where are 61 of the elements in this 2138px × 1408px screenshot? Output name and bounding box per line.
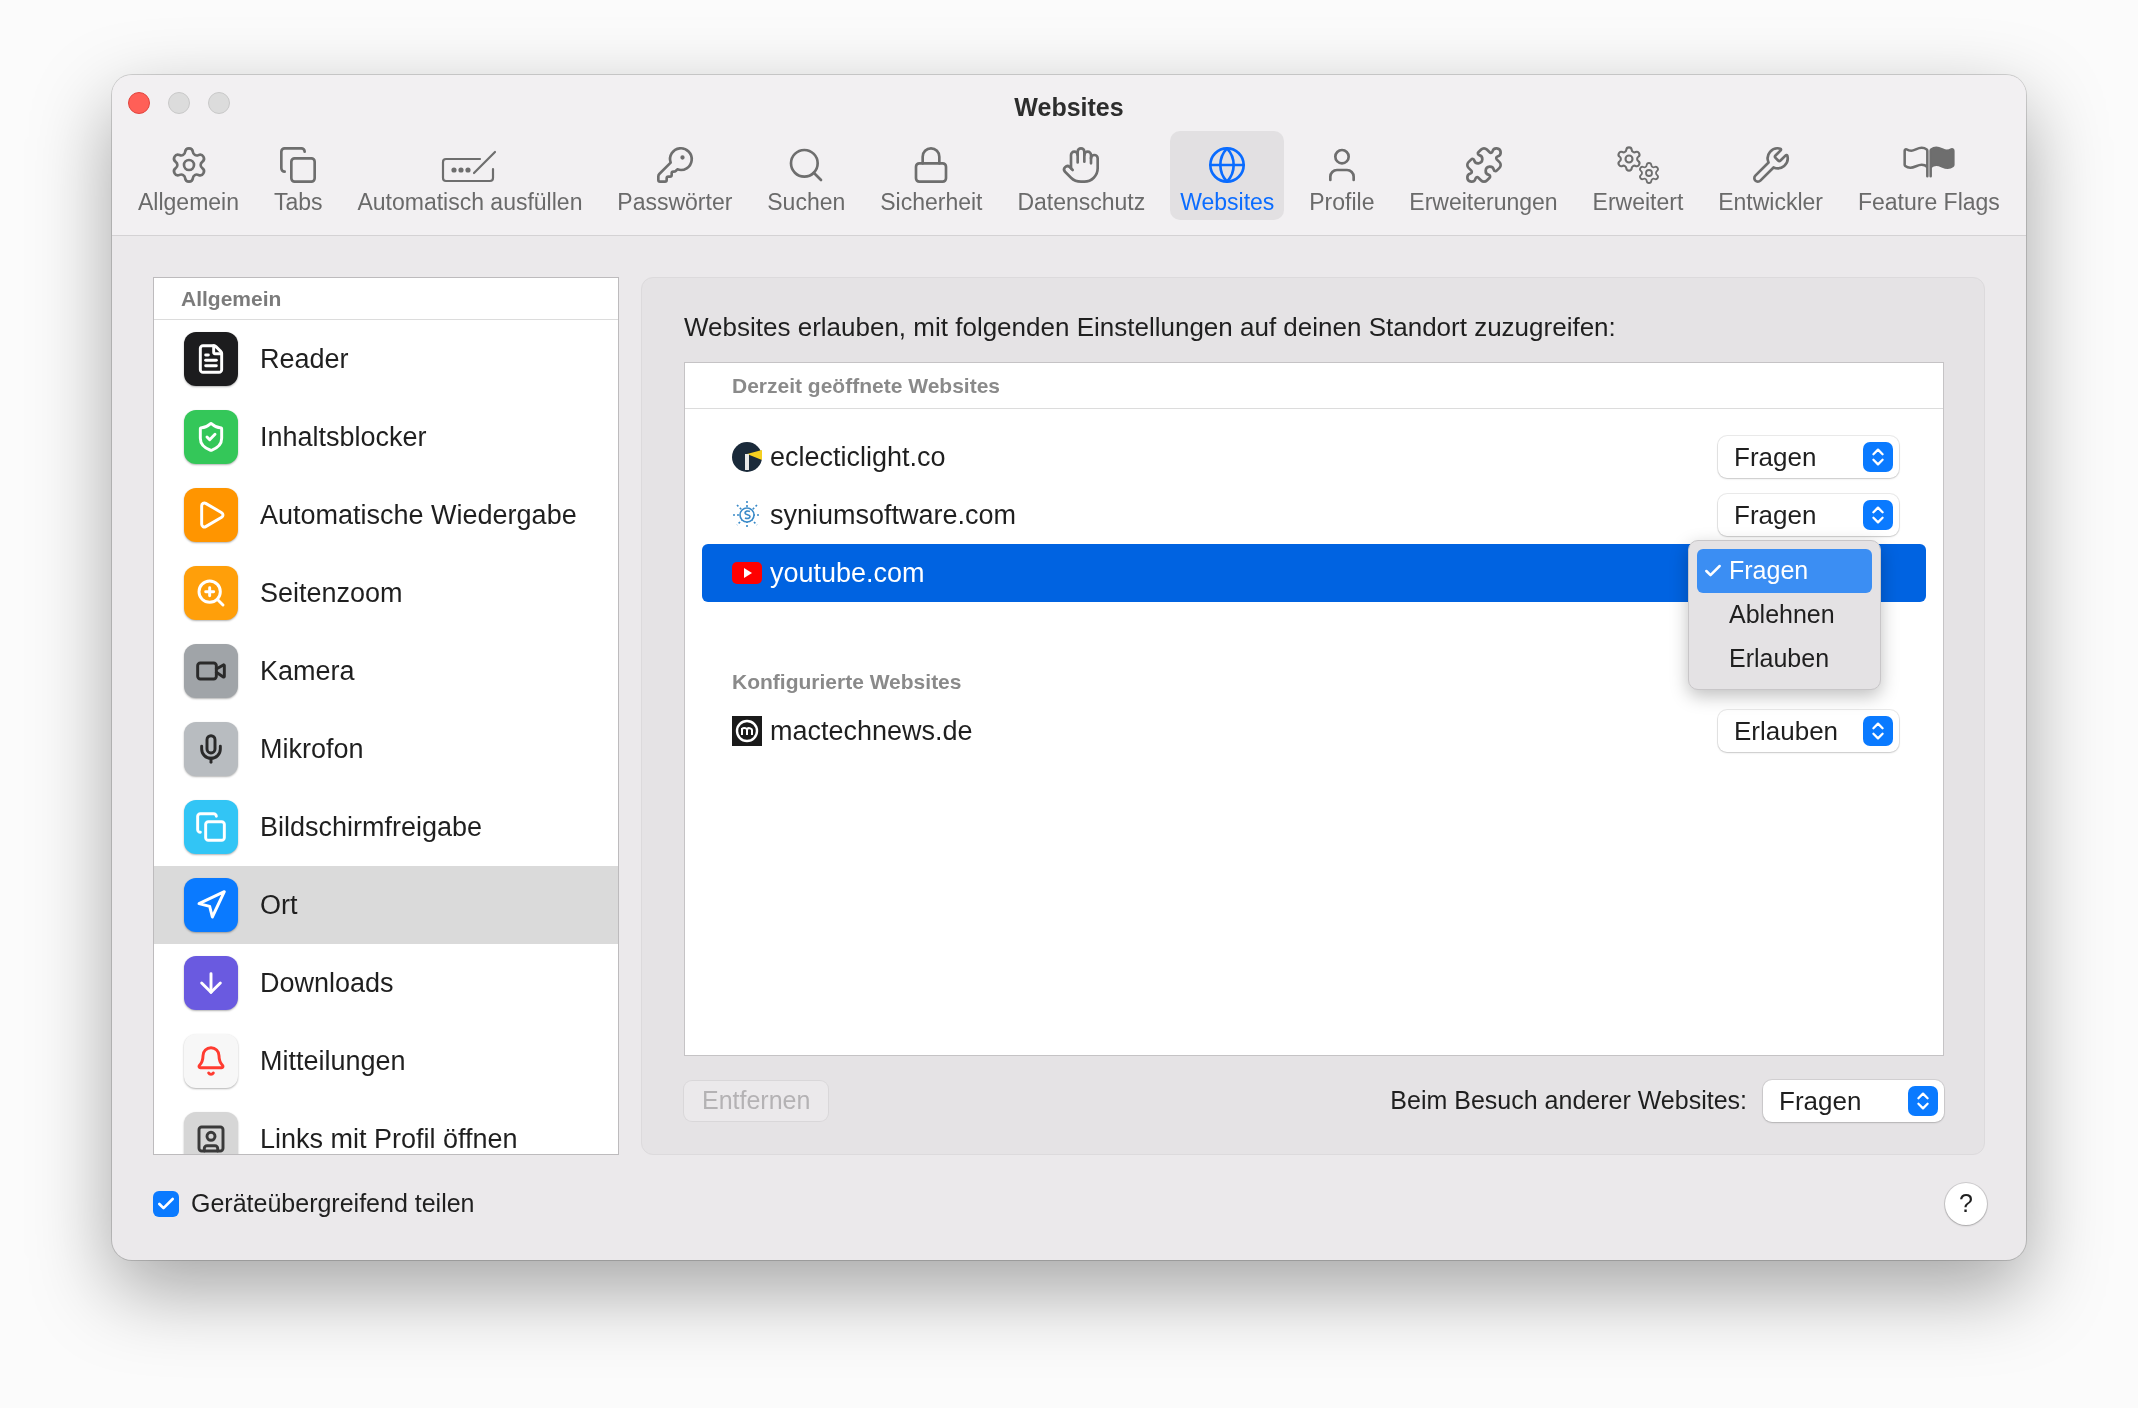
help-button[interactable]: ? [1945, 1183, 1987, 1225]
toolbar-tab[interactable]: Erweitert [1582, 131, 1694, 220]
snowflake-favicon-icon [732, 500, 762, 530]
section-header: Derzeit geöffnete Websites [732, 372, 1000, 399]
gears-icon [1614, 145, 1661, 185]
toolbar-tab[interactable]: Suchen [757, 131, 856, 220]
popup-button[interactable]: Fragen [1763, 1080, 1944, 1122]
stepper-icon [1908, 1086, 1938, 1116]
camera-icon [184, 644, 238, 698]
menu-item[interactable]: Erlauben [1697, 637, 1872, 681]
popup-button[interactable]: Fragen [1718, 436, 1899, 478]
profile-card-icon [184, 1112, 238, 1154]
stepper-icon [1863, 442, 1893, 472]
category-item[interactable]: Ort [154, 866, 618, 944]
site-name: eclecticlight.co [770, 440, 946, 474]
toolbar-tab[interactable]: Entwickler [1708, 131, 1834, 220]
download-icon [184, 956, 238, 1010]
site-name: syniumsoftware.com [770, 498, 1017, 532]
popup-button[interactable]: Fragen [1718, 494, 1899, 536]
bell-icon [184, 1034, 238, 1088]
list-header: Allgemein [181, 285, 282, 312]
toolbar-tab[interactable]: Sicherheit [870, 131, 993, 220]
globe-icon [1207, 145, 1248, 185]
site-row[interactable]: eclecticlight.co Fragen [702, 428, 1926, 486]
toolbar-tab[interactable]: Allgemein [128, 131, 249, 220]
section-header: Konfigurierte Websites [732, 669, 962, 696]
stepper-icon [1863, 716, 1893, 746]
stepper-icon [1863, 500, 1893, 530]
panel-description: Websites erlauben, mit folgenden Einstellungen auf deinen Standort zuzugreifen: [684, 311, 1617, 344]
toolbar-tab[interactable]: Feature Flags [1847, 131, 2010, 220]
toolbar-tab[interactable]: Tabs [263, 131, 333, 220]
window-title: Websites [1014, 92, 1124, 124]
m-favicon-icon [732, 716, 762, 746]
zoom-icon [184, 566, 238, 620]
puzzle-icon [1463, 145, 1504, 185]
hand-icon [1061, 145, 1102, 185]
key-icon [654, 145, 695, 185]
popup-button[interactable]: Erlauben [1718, 710, 1899, 752]
site-name: mactechnews.de [770, 714, 973, 748]
minimize-window-button[interactable] [168, 92, 190, 114]
microphone-icon [184, 722, 238, 776]
site-row[interactable]: mactechnews.de Erlauben [702, 702, 1926, 760]
site-row[interactable]: syniumsoftware.com Fragen [702, 486, 1926, 544]
close-window-button[interactable] [128, 92, 150, 114]
toolbar-tab[interactable]: Erweiterungen [1399, 131, 1568, 220]
play-icon [184, 488, 238, 542]
lighthouse-favicon-icon [732, 442, 762, 472]
toolbar-tab[interactable]: Datenschutz [1007, 131, 1156, 220]
toolbar-tab[interactable]: Passwörter [607, 131, 743, 220]
site-name: youtube.com [770, 556, 925, 590]
share-checkbox[interactable]: Geräteübergreifend teilen [153, 1185, 475, 1223]
play-favicon-icon [732, 562, 762, 584]
wrench-icon [1750, 145, 1791, 185]
toolbar-tab[interactable]: Profile [1299, 131, 1385, 220]
reader-icon [184, 332, 238, 386]
other-websites-label: Beim Besuch anderer Websites: [1390, 1085, 1747, 1117]
shield-icon [184, 410, 238, 464]
zoom-window-button[interactable] [208, 92, 230, 114]
screens-icon [184, 800, 238, 854]
tabs-icon [278, 145, 319, 185]
toolbar-tab[interactable]: Automatisch ausfüllen [347, 131, 593, 220]
